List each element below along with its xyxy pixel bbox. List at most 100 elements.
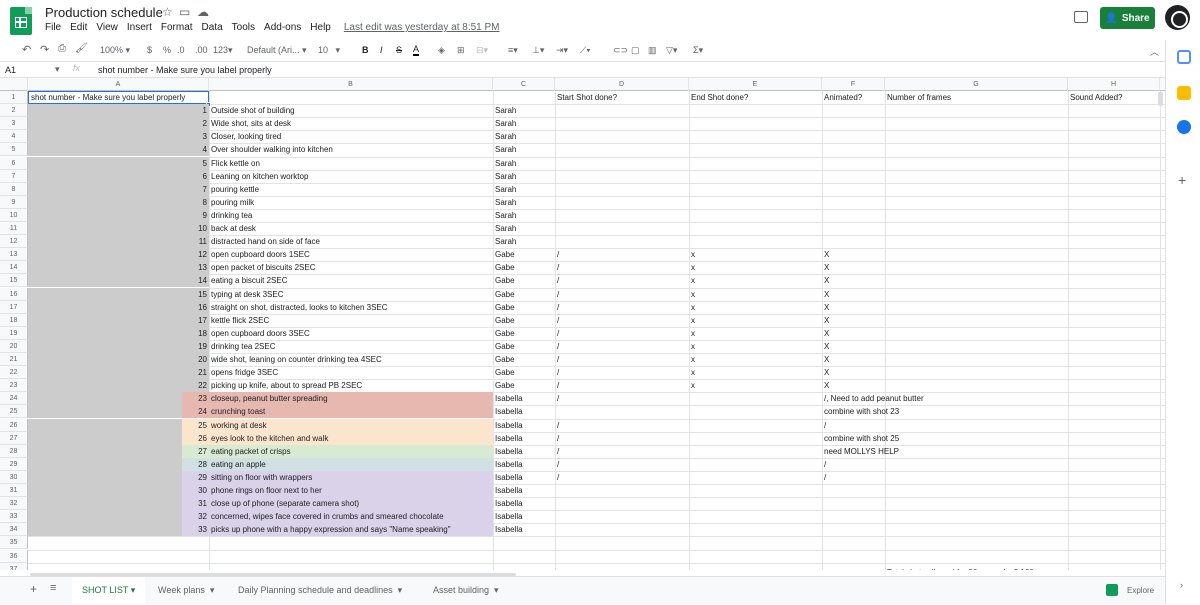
menu-insert[interactable]: Insert bbox=[127, 22, 152, 33]
text-rotation-icon[interactable]: ⟋▾ bbox=[580, 45, 591, 56]
insert-link-icon[interactable]: ⊂⊃ bbox=[613, 45, 628, 56]
animated-status[interactable]: X bbox=[822, 366, 831, 379]
animated-status[interactable]: / bbox=[822, 419, 828, 432]
add-sheet-icon[interactable]: + bbox=[30, 582, 37, 596]
undo-icon[interactable]: ↶ bbox=[22, 43, 31, 56]
assignee[interactable]: Gabe bbox=[493, 366, 517, 379]
menu-tools[interactable]: Tools bbox=[232, 22, 255, 33]
assignee[interactable]: Isabella bbox=[493, 392, 525, 405]
start-shot-status[interactable]: / bbox=[555, 445, 561, 458]
shot-description[interactable]: eating a biscuit 2SEC bbox=[209, 274, 290, 287]
increase-decimal-button[interactable]: .00 bbox=[195, 45, 208, 55]
assignee[interactable]: Isabella bbox=[493, 523, 525, 536]
shot-number[interactable]: 9 bbox=[182, 209, 209, 222]
row-header[interactable]: 8 bbox=[0, 182, 28, 196]
shot-description[interactable]: closeup, peanut butter spreading bbox=[209, 392, 330, 405]
more-formats-button[interactable]: 123▾ bbox=[213, 45, 233, 56]
name-box-dropdown-icon[interactable]: ▾ bbox=[55, 64, 60, 75]
end-shot-status[interactable]: x bbox=[689, 288, 697, 301]
row-header[interactable]: 13 bbox=[0, 248, 28, 262]
calendar-icon[interactable] bbox=[1177, 50, 1191, 64]
decrease-decimal-button[interactable]: .0 bbox=[177, 45, 185, 55]
shot-number[interactable]: 24 bbox=[182, 405, 209, 418]
spreadsheet-grid[interactable]: ABCDEFGH 1 2 3 4 5 6 7 8 9 10 11 12 13 14 15 16 17 18 19 20… bbox=[0, 78, 1165, 570]
row-header[interactable]: 32 bbox=[0, 497, 28, 511]
shot-number[interactable]: 26 bbox=[182, 432, 209, 445]
insert-comment-icon[interactable]: ▢ bbox=[631, 45, 640, 56]
keep-icon[interactable] bbox=[1177, 86, 1191, 100]
assignee[interactable]: Gabe bbox=[493, 248, 517, 261]
horizontal-align-icon[interactable]: ≡▾ bbox=[508, 45, 518, 56]
column-header-g[interactable]: G bbox=[885, 78, 1068, 91]
row-header[interactable]: 9 bbox=[0, 195, 28, 209]
animated-status[interactable]: X bbox=[822, 261, 831, 274]
borders-icon[interactable]: ⊞ bbox=[457, 45, 465, 56]
shot-number[interactable]: 14 bbox=[182, 274, 209, 287]
column-header-e[interactable]: E bbox=[689, 78, 822, 91]
shot-number[interactable]: 33 bbox=[182, 523, 209, 536]
end-shot-status[interactable]: x bbox=[689, 274, 697, 287]
last-edit-link[interactable]: Last edit was yesterday at 8:51 PM bbox=[344, 22, 500, 33]
assignee[interactable]: Sarah bbox=[493, 170, 518, 183]
row-header[interactable]: 12 bbox=[0, 235, 28, 249]
assignee[interactable]: Sarah bbox=[493, 235, 518, 248]
sheet-tab-daily-planning[interactable]: Daily Planning schedule and deadlines ▾ bbox=[238, 585, 402, 596]
shot-description[interactable]: working at desk bbox=[209, 419, 269, 432]
animated-status[interactable]: / bbox=[822, 471, 828, 484]
shot-description[interactable]: kettle flick 2SEC bbox=[209, 314, 271, 327]
shot-description[interactable]: pouring kettle bbox=[209, 183, 261, 196]
row-header[interactable]: 2 bbox=[0, 104, 28, 118]
start-shot-status[interactable]: / bbox=[555, 301, 561, 314]
shot-description[interactable]: drinking tea bbox=[209, 209, 254, 222]
end-shot-status[interactable]: x bbox=[689, 340, 697, 353]
assignee[interactable]: Gabe bbox=[493, 274, 517, 287]
assignee[interactable]: Sarah bbox=[493, 143, 518, 156]
shot-description[interactable]: eyes look to the kitchen and walk bbox=[209, 432, 330, 445]
fill-color-icon[interactable]: ◈ bbox=[438, 45, 445, 56]
assignee[interactable]: Gabe bbox=[493, 261, 517, 274]
menu-edit[interactable]: Edit bbox=[70, 22, 87, 33]
shot-number[interactable]: 15 bbox=[182, 288, 209, 301]
merge-cells-icon[interactable]: ⊟▾ bbox=[476, 45, 488, 56]
shot-description[interactable]: picking up knife, about to spread PB 2SE… bbox=[209, 379, 364, 392]
row-header[interactable]: 33 bbox=[0, 510, 28, 524]
formula-input[interactable]: shot number - Make sure you label proper… bbox=[98, 65, 272, 75]
shot-number[interactable]: 18 bbox=[182, 327, 209, 340]
animated-status[interactable]: X bbox=[822, 288, 831, 301]
assignee[interactable]: Sarah bbox=[493, 157, 518, 170]
end-shot-status[interactable]: x bbox=[689, 327, 697, 340]
end-shot-status[interactable]: x bbox=[689, 379, 697, 392]
assignee[interactable]: Isabella bbox=[493, 458, 525, 471]
shot-number[interactable]: 1 bbox=[182, 104, 209, 117]
start-shot-status[interactable]: / bbox=[555, 432, 561, 445]
row-header[interactable]: 3 bbox=[0, 117, 28, 131]
shot-number[interactable]: 30 bbox=[182, 484, 209, 497]
assignee[interactable]: Gabe bbox=[493, 314, 517, 327]
row-header[interactable]: 31 bbox=[0, 484, 28, 498]
shot-description[interactable]: Flick kettle on bbox=[209, 157, 262, 170]
assignee[interactable]: Sarah bbox=[493, 104, 518, 117]
row-header[interactable]: 16 bbox=[0, 287, 28, 301]
assignee[interactable]: Sarah bbox=[493, 209, 518, 222]
start-shot-status[interactable]: / bbox=[555, 314, 561, 327]
row-header[interactable]: 37 bbox=[0, 562, 28, 570]
shot-description[interactable]: open packet of biscuits 2SEC bbox=[209, 261, 318, 274]
start-shot-status[interactable]: / bbox=[555, 288, 561, 301]
end-shot-status[interactable]: x bbox=[689, 301, 697, 314]
move-folder-icon[interactable]: ▭ bbox=[179, 5, 190, 19]
row-header[interactable]: 30 bbox=[0, 470, 28, 484]
shot-number[interactable]: 3 bbox=[182, 130, 209, 143]
start-shot-status[interactable]: / bbox=[555, 366, 561, 379]
row-header[interactable]: 24 bbox=[0, 392, 28, 406]
shot-description[interactable]: eating an apple bbox=[209, 458, 268, 471]
assignee[interactable]: Isabella bbox=[493, 405, 525, 418]
assignee[interactable]: Sarah bbox=[493, 222, 518, 235]
comments-icon[interactable] bbox=[1074, 11, 1088, 23]
shot-description[interactable]: Closer, looking tired bbox=[209, 130, 283, 143]
row-header[interactable]: 21 bbox=[0, 353, 28, 367]
row-header[interactable]: 7 bbox=[0, 169, 28, 183]
row-header[interactable]: 26 bbox=[0, 418, 28, 432]
shot-description[interactable]: sitting on floor with wrappers bbox=[209, 471, 314, 484]
animated-status[interactable]: X bbox=[822, 327, 831, 340]
add-addon-icon[interactable]: + bbox=[1178, 172, 1186, 188]
